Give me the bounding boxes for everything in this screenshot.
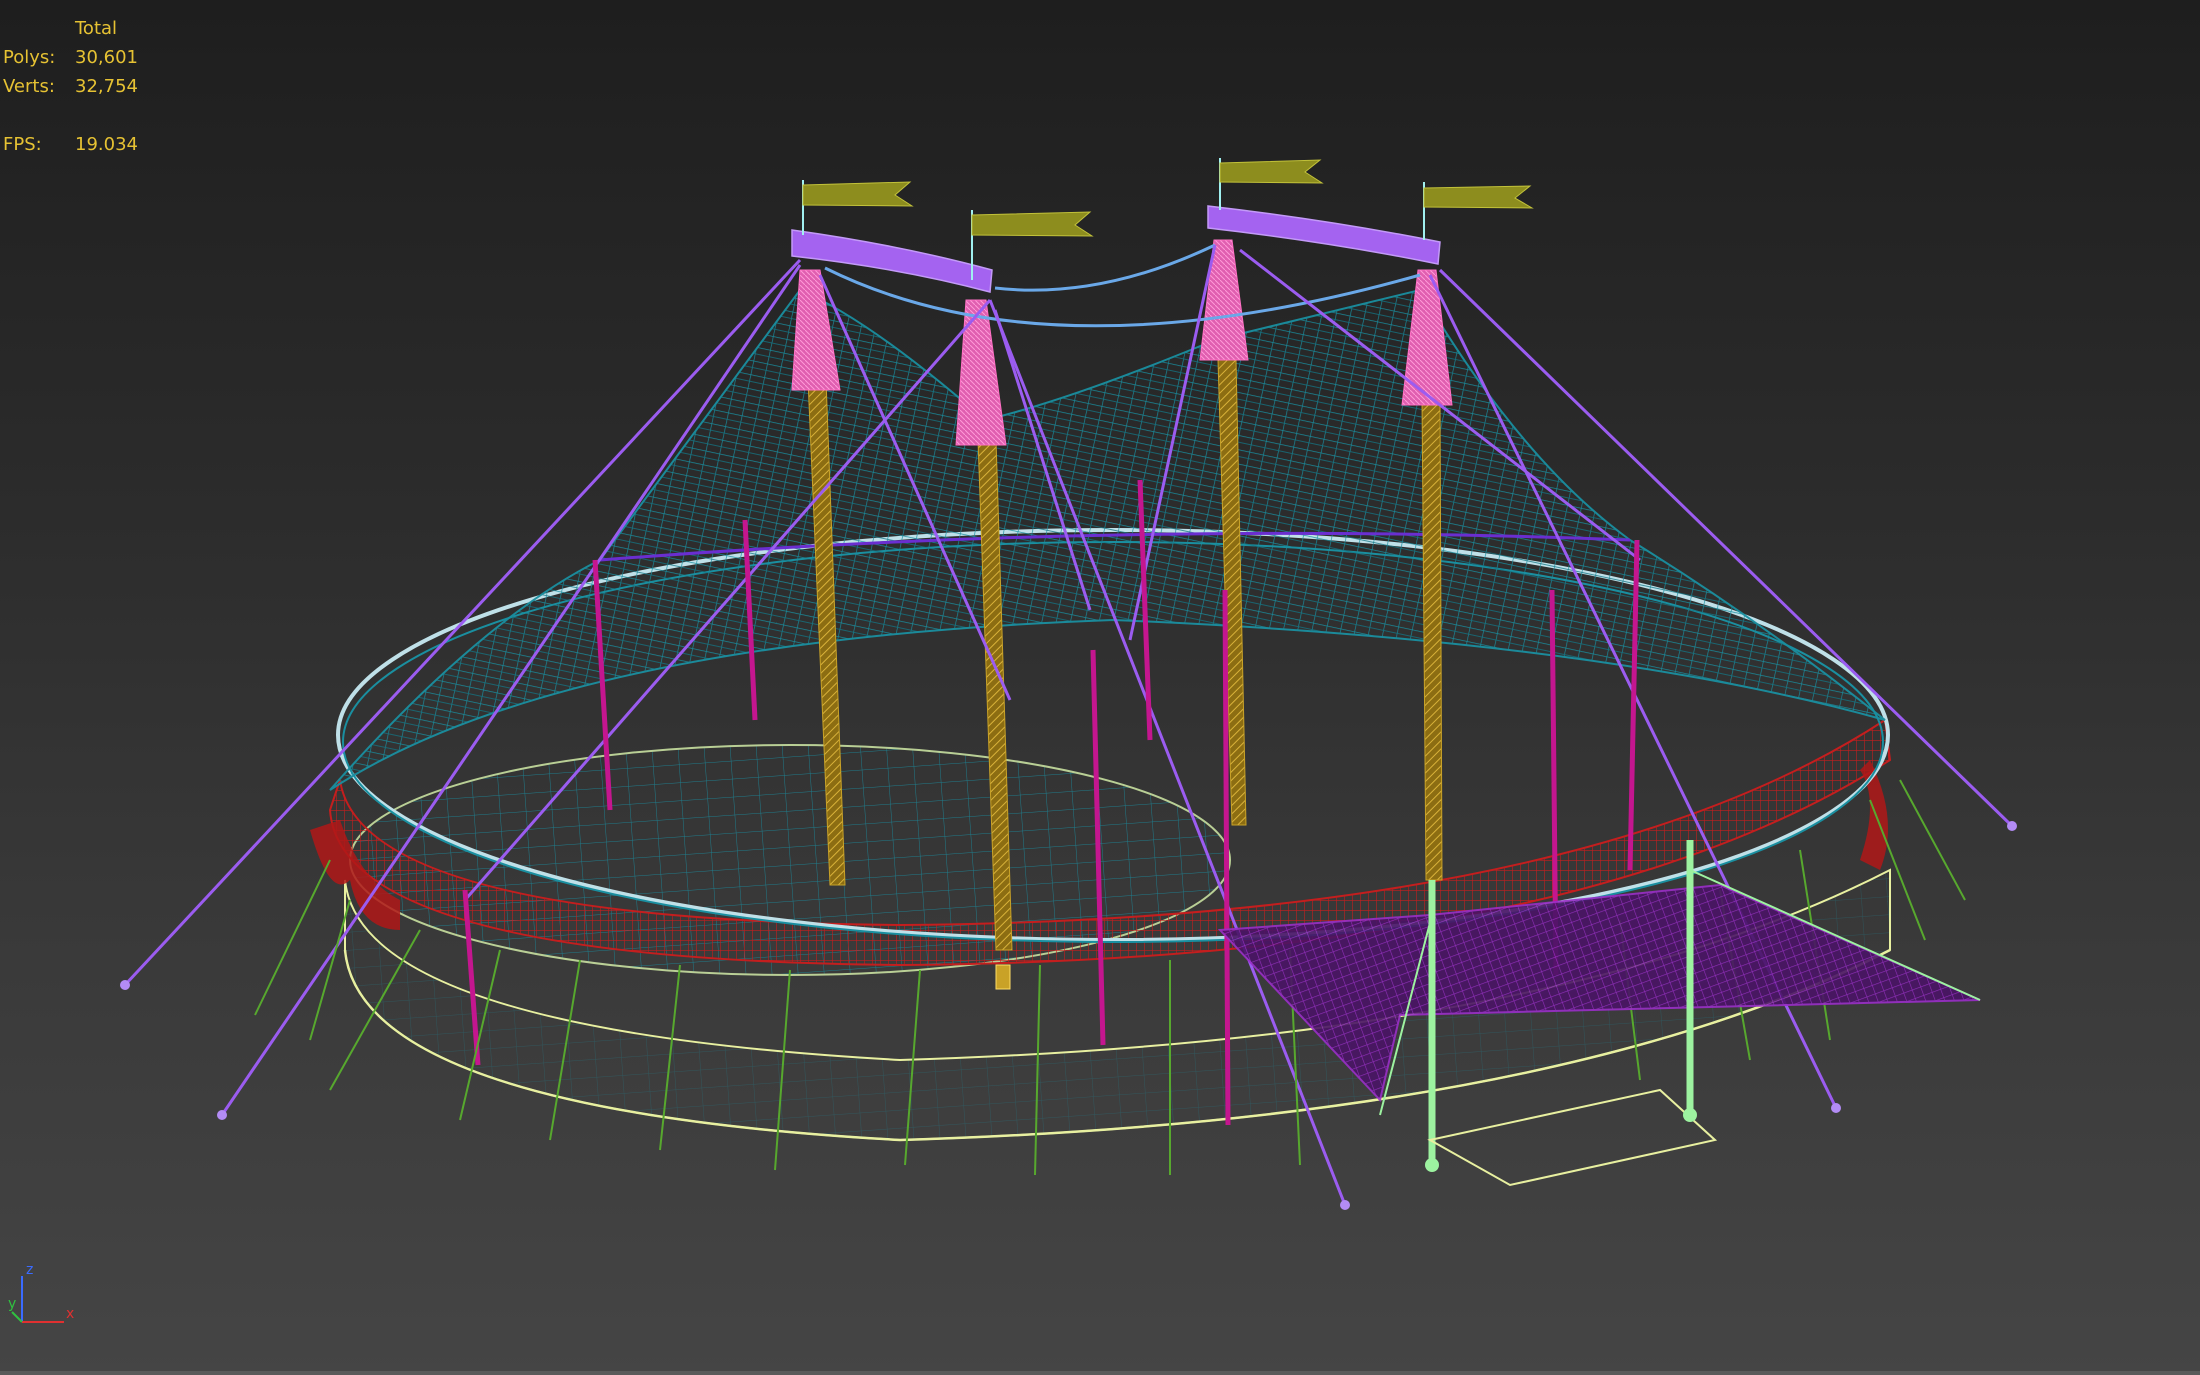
polys-label: Polys: (3, 47, 56, 68)
viewport-statistics: Total Polys: 30,601 Verts: 32,754 FPS: 19.0… (3, 14, 138, 159)
axis-z-label: z (26, 1262, 33, 1278)
entrance-door (995, 964, 1011, 990)
verts-value: 32,754 (75, 76, 138, 97)
axis-x-label: x (66, 1306, 74, 1322)
viewport-bottom-border (0, 1371, 2200, 1375)
stats-header: Total (75, 18, 118, 39)
axis-gizmo: z x y (8, 1260, 78, 1330)
axis-y-label: y (8, 1296, 16, 1312)
fps-value: 19.034 (75, 134, 138, 155)
fps-label: FPS: (3, 134, 42, 155)
tent-roof (329, 288, 1886, 791)
3d-viewport[interactable]: Total Polys: 30,601 Verts: 32,754 FPS: 19.0… (0, 0, 2200, 1375)
tent-wireframe-render (120, 158, 2017, 1210)
polys-value: 30,601 (75, 47, 138, 68)
mast-4 (1421, 399, 1443, 881)
verts-label: Verts: (3, 76, 55, 97)
